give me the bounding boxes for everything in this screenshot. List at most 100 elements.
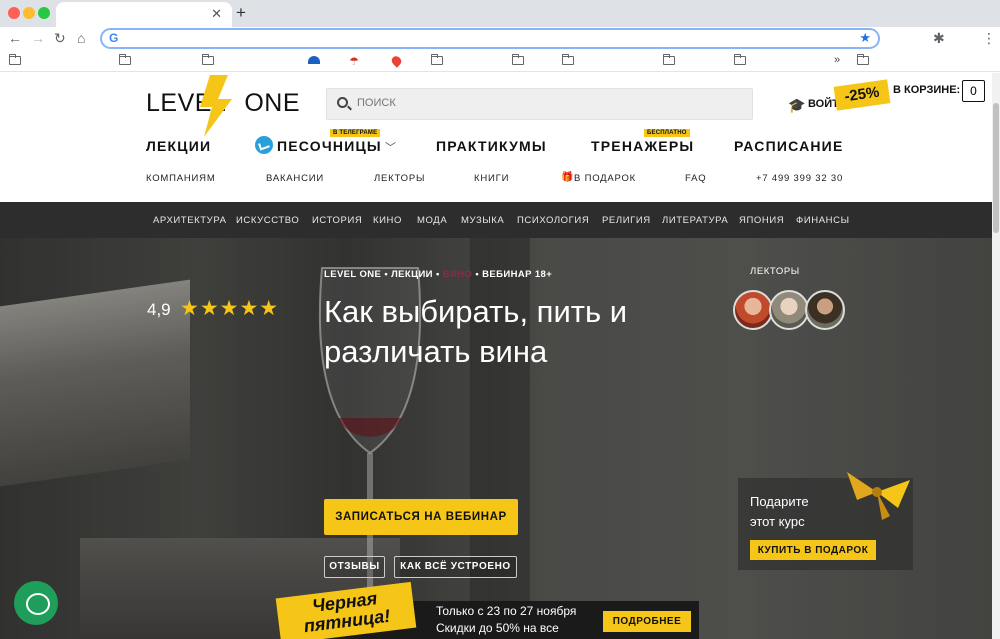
promo-more-button[interactable]: ПОДРОБНЕЕ [603,611,691,632]
how-it-works-link[interactable]: КАК ВСЁ УСТРОЕНО [394,556,517,578]
category-item[interactable]: РЕЛИГИЯ [602,215,651,226]
bookmark-site-icon[interactable] [308,56,320,64]
bookmark-folder-icon[interactable] [9,54,21,65]
category-bar: АРХИТЕКТУРА ИСКУССТВО ИСТОРИЯ КИНО МОДА … [0,202,992,238]
bookmark-folder-icon[interactable] [512,54,524,65]
bookmark-umbrella-icon[interactable]: ☂ [349,55,359,68]
subnav-vacancies[interactable]: ВАКАНСИИ [266,173,324,184]
subnav-faq[interactable]: FAQ [685,173,706,184]
bookmarks-bar: ☂ » [0,52,1000,72]
breadcrumb-separator: • [475,269,480,280]
rating-stars: ★★★★★ [180,297,280,320]
rating-value: 4,9 [147,300,171,319]
subnav-books[interactable]: КНИГИ [474,173,509,184]
gift-bow-icon [847,472,910,520]
breadcrumb-wine[interactable]: ВИНО [443,269,473,280]
subnav-companies[interactable]: КОМПАНИЯМ [146,173,216,184]
category-item[interactable]: МУЗЫКА [461,215,504,226]
zoom-window-icon[interactable] [38,7,50,19]
google-icon: G [109,31,119,45]
browser-tab[interactable]: ✕ [56,2,232,27]
chevron-down-icon[interactable]: ﹀ [385,139,396,155]
breadcrumb-separator: • [435,269,440,280]
breadcrumb: LEVEL ONE • ЛЕКЦИИ • ВИНО • ВЕБИНАР 18+ [324,269,552,280]
breadcrumb-separator: • [384,269,389,280]
address-bar[interactable]: G ★ [100,28,880,49]
home-icon[interactable]: ⌂ [77,30,85,46]
browser-menu-icon[interactable]: ⋮ [982,30,996,47]
bookmark-folder-icon[interactable] [562,54,574,65]
category-item[interactable]: ИСКУССТВО [236,215,299,226]
nav-schedule[interactable]: РАСПИСАНИЕ [734,138,844,154]
subnav-gift[interactable]: В ПОДАРОК [574,173,636,184]
bookmark-maps-icon[interactable] [389,54,404,68]
lector-avatar[interactable] [769,290,809,330]
extensions-icon[interactable]: ✱ [933,30,945,47]
promo-text-line: Скидки до 50% на все [436,621,559,635]
gift-course-card: Подарите этот курс КУПИТЬ В ПОДАРОК [738,472,913,570]
close-tab-icon[interactable]: ✕ [211,6,222,22]
gift-text-line: этот курс [750,514,805,529]
nav-trainers[interactable]: ТРЕНАЖЕРЫ [591,138,694,154]
lightning-logo-icon [200,75,232,137]
browser-tab-strip: ✕ + [0,0,1000,27]
hero-banner: 4,9 ★★★★★ LEVEL ONE • ЛЕКЦИИ • ВИНО • ВЕ… [0,238,992,639]
signup-webinar-button[interactable]: ЗАПИСАТЬСЯ НА ВЕБИНАР [324,499,518,535]
page-scrollbar[interactable] [992,73,1000,639]
promo-text: Только с 23 по 27 ноября Скидки до 50% н… [436,603,576,637]
category-item[interactable]: АРХИТЕКТУРА [153,215,227,226]
website: LEVELONE 🎓 ВОЙТИ -25% В КОРЗИНЕ: 0 ЛЕКЦИ… [0,73,992,639]
category-item[interactable]: КИНО [373,215,402,226]
breadcrumb-home[interactable]: LEVEL ONE [324,269,381,280]
breadcrumb-webinar: ВЕБИНАР 18+ [482,269,553,280]
search-icon [337,97,348,108]
reviews-link[interactable]: ОТЗЫВЫ [324,556,385,578]
bookmark-folder-icon[interactable] [431,54,443,65]
lectors-label: ЛЕКТОРЫ [750,266,800,277]
reload-icon[interactable]: ↻ [54,30,66,47]
cart-label[interactable]: В КОРЗИНЕ: [893,84,960,96]
subnav-lecturers[interactable]: ЛЕКТОРЫ [374,173,425,184]
gift-text-line: Подарите [750,494,809,509]
page-title: Как выбирать, пить и различать вина [324,294,628,369]
category-item[interactable]: МОДА [417,215,447,226]
back-icon[interactable]: ← [8,30,22,46]
promo-text-line: Только с 23 по 27 ноября [436,604,577,618]
bookmark-folder-icon[interactable] [119,54,131,65]
bookmark-folder-icon[interactable] [663,54,675,65]
browser-toolbar: ← → ↻ ⌂ G ★ ✱ ⋮ [0,27,1000,52]
bookmark-star-icon[interactable]: ★ [859,30,871,46]
telegram-icon [255,136,273,154]
discount-badge: -25% [833,79,891,111]
category-item[interactable]: ИСТОРИЯ [312,215,362,226]
lector-avatar[interactable] [733,290,773,330]
nav-lectures[interactable]: ЛЕКЦИИ [146,138,211,154]
chat-bubble-icon[interactable] [14,581,58,625]
nav-practicums[interactable]: ПРАКТИКУМЫ [436,138,547,154]
bookmark-folder-icon[interactable] [857,54,869,65]
nav-sandboxes[interactable]: ПЕСОЧНИЦЫ [277,138,382,154]
search-input[interactable] [357,97,737,109]
bookmark-folder-icon[interactable] [734,54,746,65]
category-item[interactable]: ПСИХОЛОГИЯ [517,215,589,226]
gift-icon: 🎁 [561,172,574,183]
telegram-tag: В ТЕЛЕГРАМЕ [330,129,381,137]
close-window-icon[interactable] [8,7,20,19]
bookmark-folder-icon[interactable] [202,54,214,65]
category-item[interactable]: ЛИТЕРАТУРА [662,215,728,226]
lector-avatar[interactable] [805,290,845,330]
subnav-phone[interactable]: +7 499 399 32 30 [756,173,843,184]
minimize-window-icon[interactable] [23,7,35,19]
buy-as-gift-button[interactable]: КУПИТЬ В ПОДАРОК [750,540,876,560]
category-item[interactable]: ФИНАНСЫ [796,215,850,226]
more-bookmarks-icon[interactable]: » [834,54,840,66]
new-tab-icon[interactable]: + [236,3,246,23]
category-item[interactable]: ЯПОНИЯ [739,215,784,226]
gift-course-text: Подарите этот курс [750,492,809,532]
scrollbar-thumb[interactable] [993,103,999,233]
cart-count[interactable]: 0 [962,80,985,102]
forward-icon[interactable]: → [31,30,45,46]
search-box[interactable] [326,88,753,120]
free-tag: БЕСПЛАТНО [644,129,690,137]
breadcrumb-lectures[interactable]: ЛЕКЦИИ [391,269,433,280]
